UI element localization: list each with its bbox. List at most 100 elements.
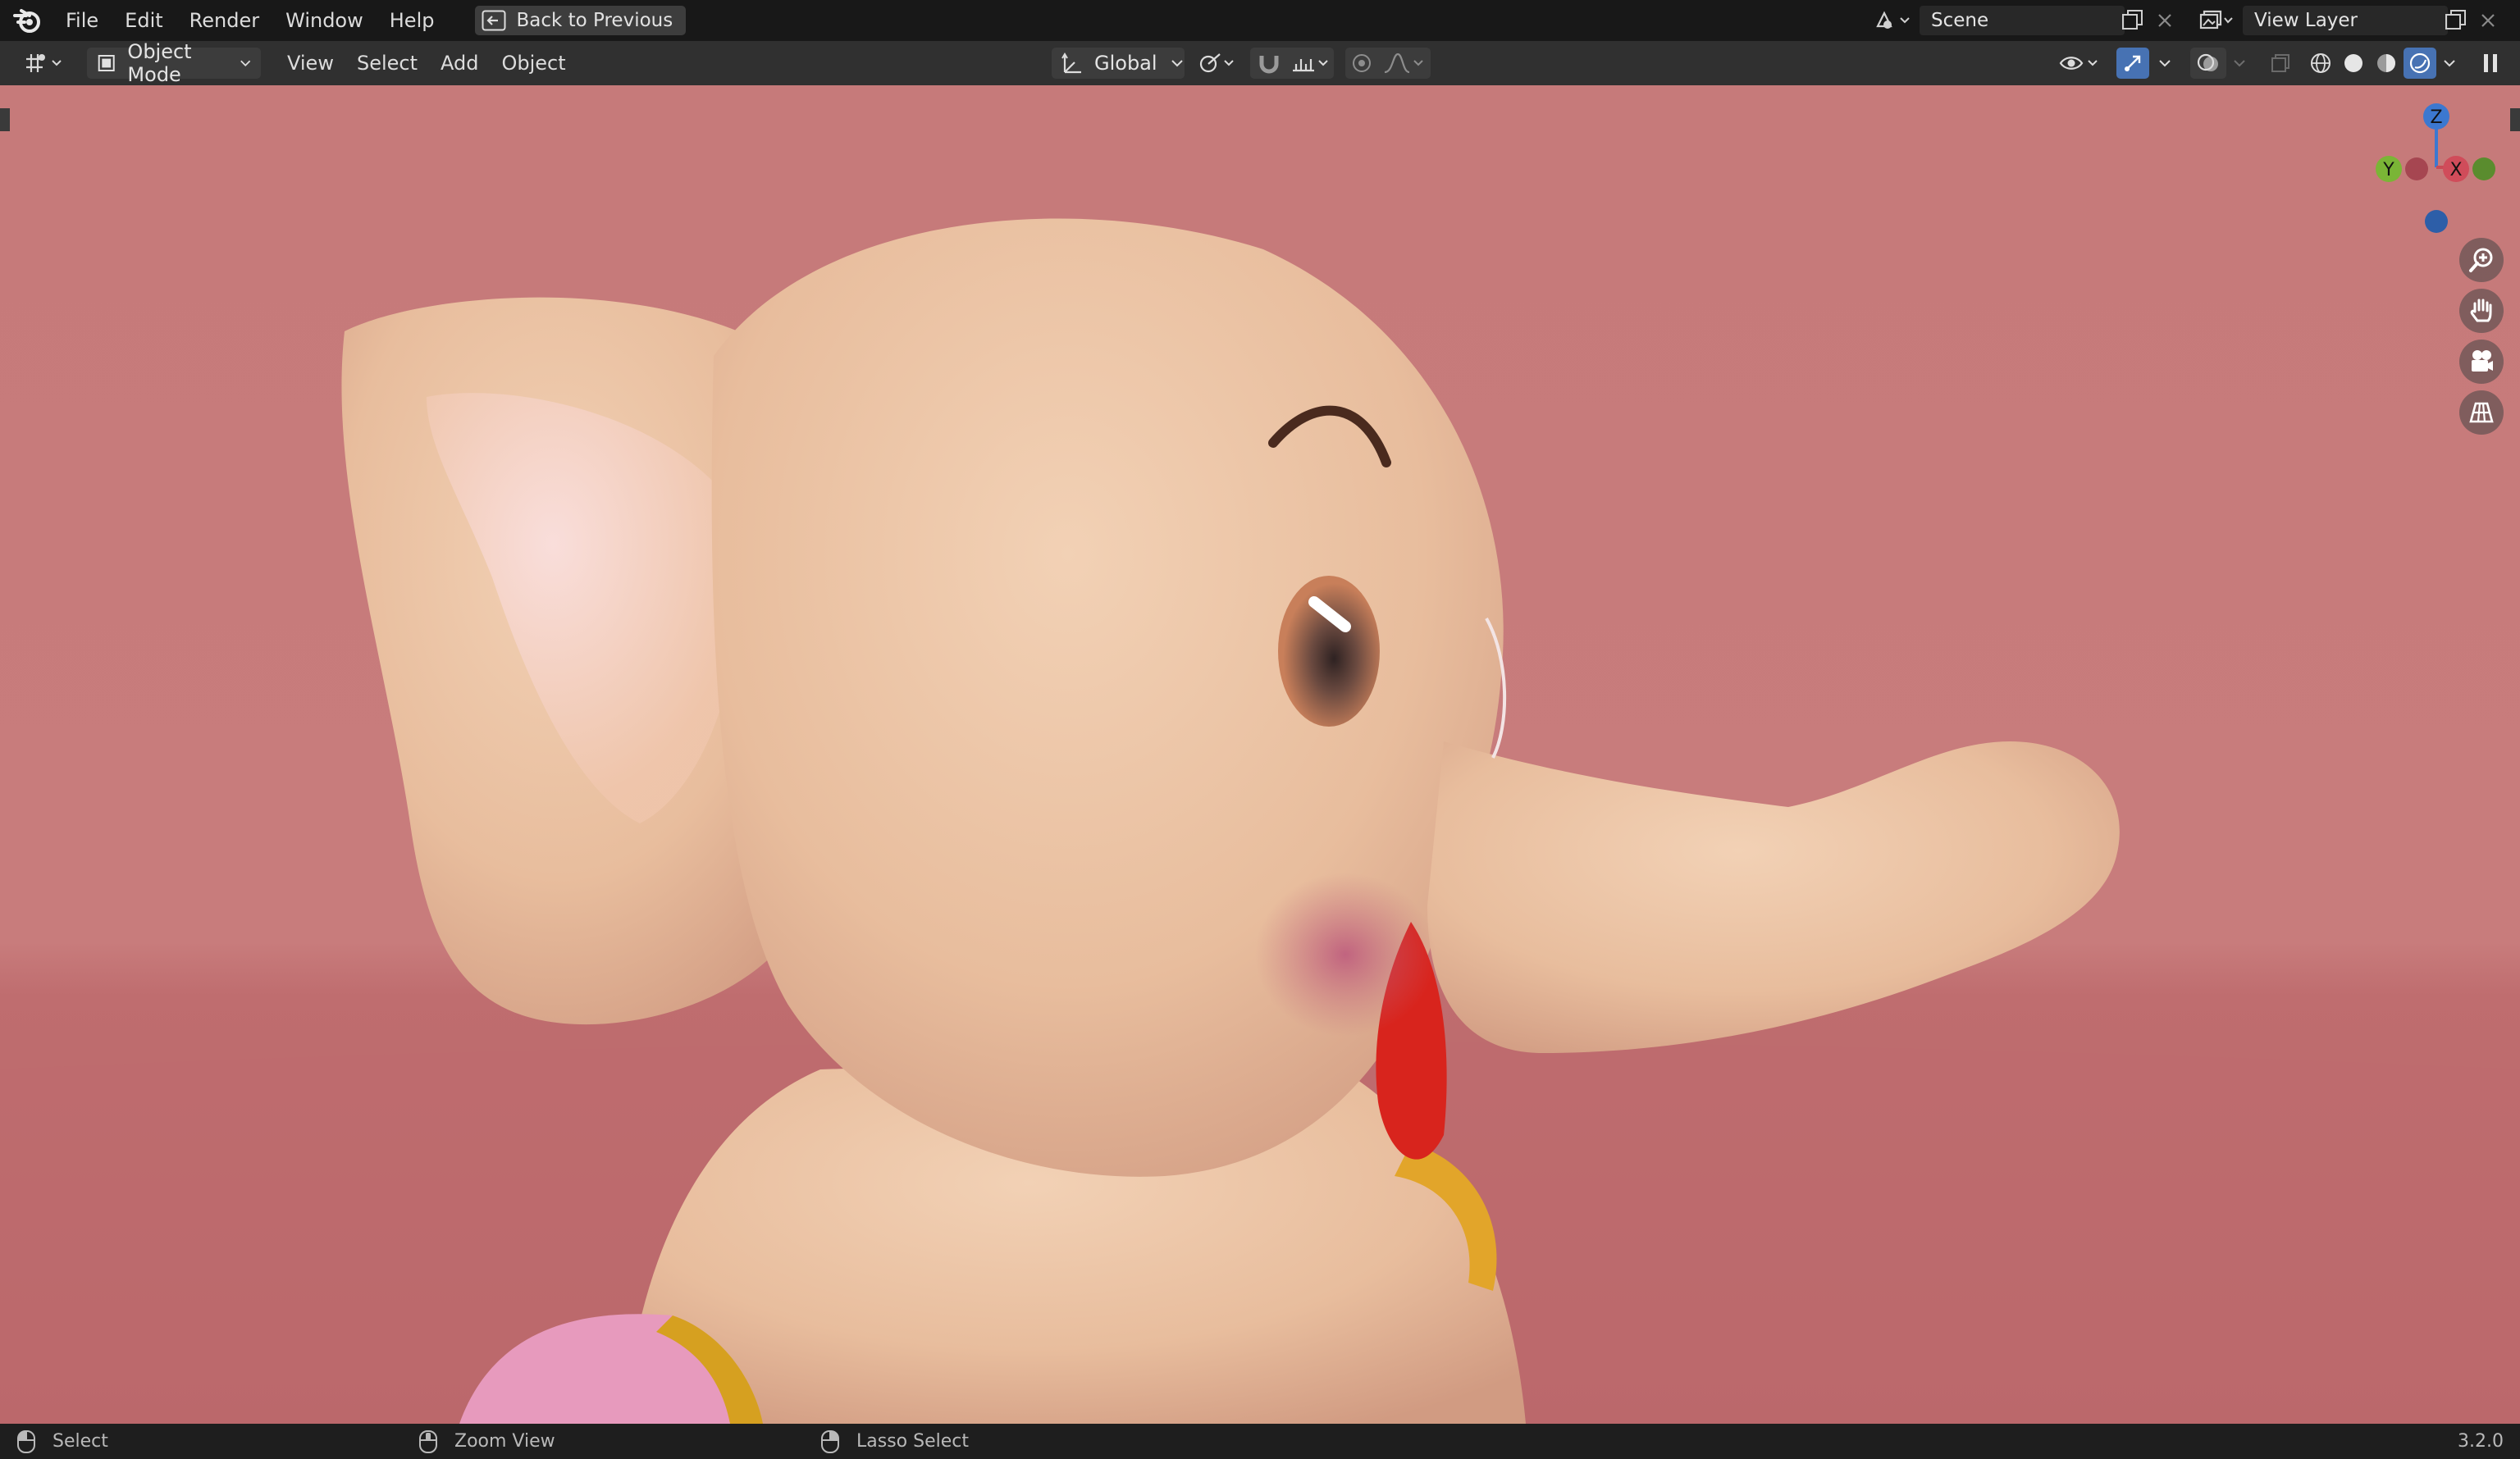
navigation-gizmo[interactable]: Z Y X	[2362, 98, 2510, 246]
material-sphere-icon	[2377, 54, 2395, 72]
view-layer-new-button[interactable]	[2441, 6, 2471, 35]
pause-icon	[2484, 54, 2497, 72]
toolbar-toggle-tab[interactable]	[0, 108, 10, 131]
gizmo-neg-x-axis[interactable]	[2405, 157, 2428, 180]
elephant-eye	[1278, 576, 1380, 727]
chevron-down-icon	[2159, 60, 2171, 67]
xray-toggle[interactable]	[2266, 48, 2295, 79]
camera-view-icon	[2472, 350, 2493, 372]
falloff-curve-icon	[1384, 52, 1423, 74]
pivot-point-icon	[1199, 53, 1234, 73]
gizmo-neg-y-axis[interactable]	[2472, 157, 2495, 180]
menu-file[interactable]: File	[52, 0, 112, 41]
proportional-editing-toggle[interactable]	[1345, 48, 1378, 79]
pause-render-button[interactable]	[2476, 48, 2505, 79]
scene-name-field[interactable]: Scene	[1920, 6, 2125, 35]
xray-icon	[2271, 54, 2289, 72]
view-layer-icon	[2199, 10, 2233, 30]
status-bar: Select Zoom View Lasso Select 3.2.0	[0, 1424, 2520, 1459]
wireframe-sphere-icon	[2311, 53, 2331, 73]
scene-delete-button[interactable]	[2152, 6, 2177, 35]
proportional-edit-icon	[1353, 54, 1371, 72]
header-menu-object[interactable]: Object	[490, 52, 577, 75]
shading-rendered-button[interactable]	[2404, 48, 2436, 79]
pan-button[interactable]	[2459, 289, 2504, 333]
3d-viewport[interactable]: Z Y X	[0, 85, 2520, 1424]
header-menu-select[interactable]: Select	[345, 52, 429, 75]
status-hint-select: Select	[16, 1424, 108, 1459]
mouse-middle-icon	[419, 1429, 437, 1453]
pivot-point-dropdown[interactable]	[1194, 48, 1242, 79]
grid-view-icon	[2469, 402, 2494, 423]
zoom-icon	[2469, 248, 2493, 272]
chevron-down-icon	[240, 60, 250, 66]
editor-type-button[interactable]	[16, 48, 72, 79]
header-menu-view[interactable]: View	[276, 52, 345, 75]
status-lasso-label: Lasso Select	[856, 1431, 969, 1452]
back-to-previous-button[interactable]: Back to Previous	[475, 6, 687, 35]
shading-options-dropdown[interactable]	[2438, 48, 2461, 79]
camera-view-button[interactable]	[2459, 340, 2504, 384]
menu-help[interactable]: Help	[377, 0, 448, 41]
transform-orientation-label: Global	[1094, 52, 1157, 75]
gizmo-y-label: Y	[2382, 160, 2394, 180]
status-select-label: Select	[52, 1431, 108, 1452]
menu-window[interactable]: Window	[272, 0, 377, 41]
chevron-down-icon	[1171, 60, 1183, 67]
show-gizmo-toggle[interactable]	[2116, 48, 2149, 79]
gizmo-options-dropdown[interactable]	[2152, 48, 2177, 79]
shading-solid-button[interactable]	[2338, 48, 2369, 79]
shading-wireframe-button[interactable]	[2305, 48, 2336, 79]
editor-type-icon	[26, 54, 62, 72]
hand-pan-icon	[2470, 299, 2492, 322]
magnet-icon	[1259, 56, 1279, 74]
orthographic-toggle-button[interactable]	[2459, 390, 2504, 435]
gizmo-neg-z-axis[interactable]	[2425, 210, 2448, 233]
elephant-trunk	[1427, 741, 2120, 1053]
mouse-right-icon	[821, 1429, 839, 1453]
gizmo-z-label: Z	[2430, 107, 2442, 128]
scene-icon	[1876, 11, 1910, 29]
transform-orientation-dropdown[interactable]: Global	[1052, 48, 1185, 79]
overlays-icon	[2197, 53, 2218, 71]
close-icon	[2158, 14, 2171, 27]
close-icon	[2481, 14, 2495, 27]
gizmo-icon	[2125, 55, 2141, 71]
snap-toggle[interactable]	[1250, 48, 1288, 79]
status-zoom-label: Zoom View	[454, 1431, 555, 1452]
chevron-down-icon	[2234, 60, 2245, 67]
menu-edit[interactable]: Edit	[112, 0, 176, 41]
scene-browse-button[interactable]	[1870, 6, 1915, 35]
version-label: 3.2.0	[2458, 1431, 2504, 1452]
back-to-previous-label: Back to Previous	[516, 10, 673, 31]
sidebar-toggle-tab[interactable]	[2510, 108, 2520, 131]
blender-logo-icon[interactable]	[11, 4, 44, 37]
shading-material-button[interactable]	[2371, 48, 2402, 79]
zoom-button[interactable]	[2459, 238, 2504, 282]
scene-new-button[interactable]	[2118, 6, 2148, 35]
view-layer-delete-button[interactable]	[2476, 6, 2500, 35]
menu-render[interactable]: Render	[176, 0, 272, 41]
orientation-axes-icon	[1061, 52, 1081, 74]
header-menu-add[interactable]: Add	[429, 52, 490, 75]
object-mode-icon	[98, 55, 115, 71]
mouse-left-icon	[17, 1429, 35, 1453]
view-layer-name-value: View Layer	[2254, 10, 2358, 31]
status-hint-lasso: Lasso Select	[820, 1424, 969, 1459]
scene-name-value: Scene	[1931, 10, 1989, 31]
show-overlays-toggle[interactable]	[2190, 48, 2226, 79]
snap-target-dropdown[interactable]	[1288, 48, 1334, 79]
mode-label: Object Mode	[127, 40, 192, 86]
overlays-options-dropdown[interactable]	[2228, 48, 2251, 79]
proportional-falloff-dropdown[interactable]	[1378, 48, 1431, 79]
duplicate-icon	[2122, 10, 2143, 30]
mode-dropdown[interactable]: Object Mode	[87, 40, 261, 86]
view-layer-browse-button[interactable]	[2194, 6, 2238, 35]
rendered-sphere-icon	[2409, 52, 2431, 74]
status-version: 3.2.0	[2458, 1424, 2504, 1459]
duplicate-icon	[2445, 10, 2466, 30]
object-visibility-dropdown[interactable]	[2056, 48, 2105, 79]
gizmo-x-label: X	[2449, 160, 2462, 180]
rendered-scene	[0, 218, 2520, 1424]
view-layer-name-field[interactable]: View Layer	[2243, 6, 2448, 35]
